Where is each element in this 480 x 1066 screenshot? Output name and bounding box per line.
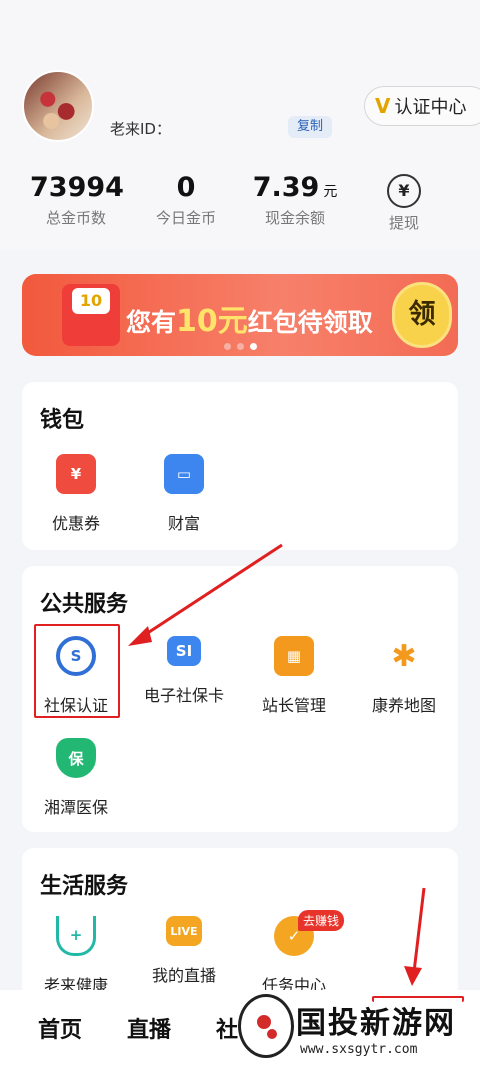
stat-value: 7.39 (252, 172, 320, 203)
grid-manage-icon: ▦ (274, 636, 314, 676)
public-services-title: 公共服务 (40, 592, 129, 617)
wealth-item[interactable]: ▭ 财富 (134, 454, 234, 534)
stat-today-coins[interactable]: 0 今日金币 (148, 172, 224, 228)
stat-unit: 元 (323, 184, 338, 200)
stat-value: 73994 (30, 172, 124, 203)
xiangtan-medical-item[interactable]: 保 湘潭医保 (26, 738, 126, 818)
user-id-label: 老来ID： (110, 120, 171, 138)
withdraw-label: 提现 (388, 214, 419, 232)
verify-center-button[interactable]: V 认证中心 (364, 86, 480, 126)
item-label: 湘潭医保 (43, 798, 108, 817)
withdraw-button[interactable]: ¥ 提现 (378, 172, 430, 233)
stat-value: 0 (176, 172, 196, 203)
highlight-box (34, 624, 120, 718)
care-map-item[interactable]: ✱ 康养地图 (354, 636, 454, 716)
coupon-item[interactable]: ¥ 优惠券 (26, 454, 126, 534)
station-manage-item[interactable]: ▦ 站长管理 (244, 636, 344, 716)
stat-label: 现金余额 (264, 209, 325, 227)
coin-badge: 10 (72, 288, 110, 314)
stat-total-coins[interactable]: 73994 总金币数 (30, 172, 124, 228)
carousel-dot (237, 343, 244, 350)
carousel-dot (224, 343, 231, 350)
stat-cash-balance[interactable]: 7.39 元 现金余额 (250, 172, 340, 228)
stat-label: 今日金币 (155, 209, 216, 227)
si-card-icon: SI (167, 636, 201, 666)
life-services-title: 生活服务 (40, 874, 129, 899)
health-plus-icon: + (56, 916, 96, 956)
stat-label: 总金币数 (45, 209, 106, 227)
item-label: 站长管理 (261, 696, 326, 715)
watermark: 国投新游网 www.sxsgytr.com (234, 994, 480, 1066)
life-services-card: 生活服务 + 老来健康 LIVE 我的直播 ✓ 任务中心 (22, 848, 458, 998)
earn-money-badge: 去赚钱 (298, 910, 345, 931)
tab-home[interactable]: 首页 (38, 1012, 82, 1044)
avatar[interactable] (22, 70, 94, 142)
account-stats: 73994 总金币数 0 今日金币 7.39 元 现金余额 ¥ 提现 (0, 172, 480, 232)
watermark-url: www.sxsgytr.com (300, 1042, 418, 1057)
e-si-card-item[interactable]: SI 电子社保卡 (134, 636, 234, 706)
yen-withdraw-icon: ¥ (387, 174, 421, 208)
item-label: 财富 (167, 514, 200, 533)
wallet-icon: ▭ (164, 454, 204, 494)
banner-text: 您有10元红包待领取 (126, 304, 373, 339)
tab-live[interactable]: 直播 (127, 1012, 171, 1044)
item-label: 康养地图 (371, 696, 436, 715)
watermark-name: 国投新游网 (296, 1006, 456, 1041)
medical-shield-icon: 保 (56, 738, 96, 778)
carousel-dots (224, 343, 257, 350)
item-label: 优惠券 (51, 514, 100, 533)
map-figure-icon: ✱ (384, 636, 424, 676)
item-label: 我的直播 (151, 966, 216, 985)
my-live-item[interactable]: LIVE 我的直播 (134, 916, 234, 986)
verify-v-icon: V (375, 94, 391, 118)
watermark-logo-icon (238, 994, 294, 1058)
wallet-title: 钱包 (40, 408, 85, 433)
item-label: 电子社保卡 (143, 686, 224, 705)
coupon-icon: ¥ (56, 454, 96, 494)
verify-center-label: 认证中心 (394, 97, 467, 118)
live-tv-icon: LIVE (166, 916, 202, 946)
carousel-dot-active (250, 343, 257, 350)
red-envelope-icon: 10 (62, 284, 120, 346)
claim-button[interactable]: 领 (392, 282, 452, 348)
copy-id-button[interactable]: 复制 (288, 116, 332, 138)
wallet-card: 钱包 ¥ 优惠券 ▭ 财富 (22, 382, 458, 550)
laolai-health-item[interactable]: + 老来健康 (26, 916, 126, 996)
